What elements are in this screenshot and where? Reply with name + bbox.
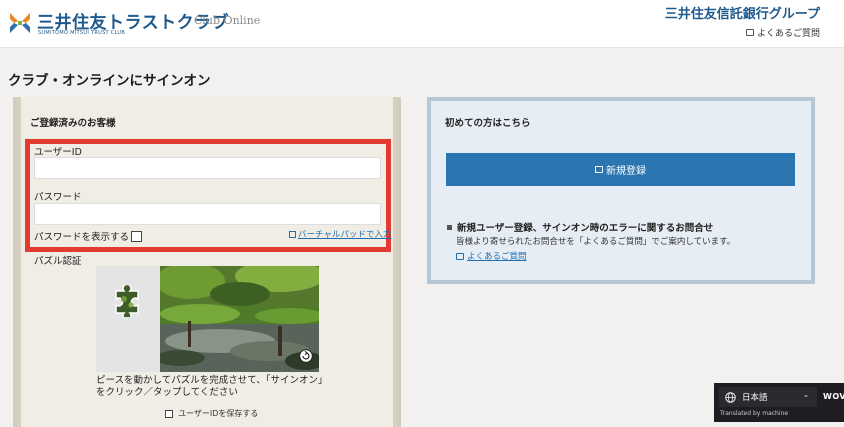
brand-subtitle: SUMITOMO MITSUI TRUST CLUB bbox=[38, 30, 126, 36]
language-select[interactable]: 日本語 ⌄ bbox=[719, 387, 817, 407]
show-password-toggle[interactable]: パスワードを表示する bbox=[34, 229, 143, 243]
refresh-puzzle-icon[interactable] bbox=[299, 349, 313, 363]
group-name[interactable]: 三井住友信託銀行グループ bbox=[665, 3, 820, 22]
puzzle-piece-tray bbox=[96, 266, 160, 372]
puzzle-auth-label: パズル認証 bbox=[34, 256, 82, 267]
chat-bubble-icon bbox=[456, 252, 464, 260]
site-header: 三井住友トラストクラブ SUMITOMO MITSUI TRUST CLUB C… bbox=[0, 0, 844, 48]
panel-faq-link[interactable]: よくあるご質問 bbox=[456, 250, 527, 262]
brand-logo-icon[interactable] bbox=[8, 11, 32, 35]
wovn-logo: WOVN bbox=[823, 392, 844, 401]
password-label: パスワード bbox=[34, 192, 82, 203]
language-name: 日本語 bbox=[742, 393, 768, 403]
panel-faq-label: よくあるご質問 bbox=[467, 252, 527, 262]
chevron-down-icon: ⌄ bbox=[803, 391, 809, 399]
chat-bubble-icon bbox=[595, 166, 603, 173]
password-input[interactable] bbox=[34, 203, 381, 225]
show-password-label: パスワードを表示する bbox=[34, 232, 130, 243]
globe-icon bbox=[725, 391, 736, 403]
register-panel-title: 初めての方はこちら bbox=[445, 118, 531, 129]
show-password-checkbox[interactable] bbox=[131, 230, 143, 242]
puzzle-instruction: ピースを動かしてパズルを完成させて、「サインオン」をクリック／タップしてください bbox=[96, 375, 328, 398]
chat-bubble-icon bbox=[745, 29, 754, 36]
user-id-label: ユーザーID bbox=[34, 147, 82, 158]
save-user-id-checkbox[interactable] bbox=[165, 409, 173, 418]
club-online-label: Club Online bbox=[194, 14, 261, 27]
header-faq-link[interactable]: よくあるご質問 bbox=[745, 26, 820, 39]
inquiry-title: 新規ユーザー登録、サインオン時のエラーに関するお問合せ bbox=[457, 223, 714, 234]
translation-widget: 日本語 ⌄ WOVN Translated by machine bbox=[714, 383, 844, 422]
new-registration-label: 新規登録 bbox=[606, 166, 646, 177]
save-user-id-label: ユーザーIDを保存する bbox=[178, 409, 259, 418]
save-user-id-toggle[interactable]: ユーザーIDを保存する bbox=[165, 408, 258, 419]
external-window-icon bbox=[289, 230, 296, 238]
virtual-keypad-link[interactable]: バーチャルパッドで入力 bbox=[289, 228, 391, 240]
inquiry-heading: 新規ユーザー登録、サインオン時のエラーに関するお問合せ bbox=[447, 220, 713, 234]
puzzle-piece-icon[interactable] bbox=[110, 285, 144, 317]
translated-by-label: Translated by machine bbox=[720, 410, 789, 417]
new-registration-button[interactable]: 新規登録 bbox=[446, 153, 795, 186]
user-id-input[interactable] bbox=[34, 157, 381, 179]
virtual-keypad-label: バーチャルパッドで入力 bbox=[298, 230, 392, 240]
puzzle-garden-image bbox=[160, 266, 319, 372]
login-panel-title: ご登録済みのお客様 bbox=[30, 118, 116, 129]
header-faq-label: よくあるご質問 bbox=[756, 29, 820, 39]
inquiry-description: 皆様より寄せられたお問合せを「よくあるご質問」でご案内しています。 bbox=[456, 237, 736, 247]
page-title: クラブ・オンラインにサインオン bbox=[8, 73, 211, 89]
square-bullet-icon bbox=[447, 224, 452, 230]
